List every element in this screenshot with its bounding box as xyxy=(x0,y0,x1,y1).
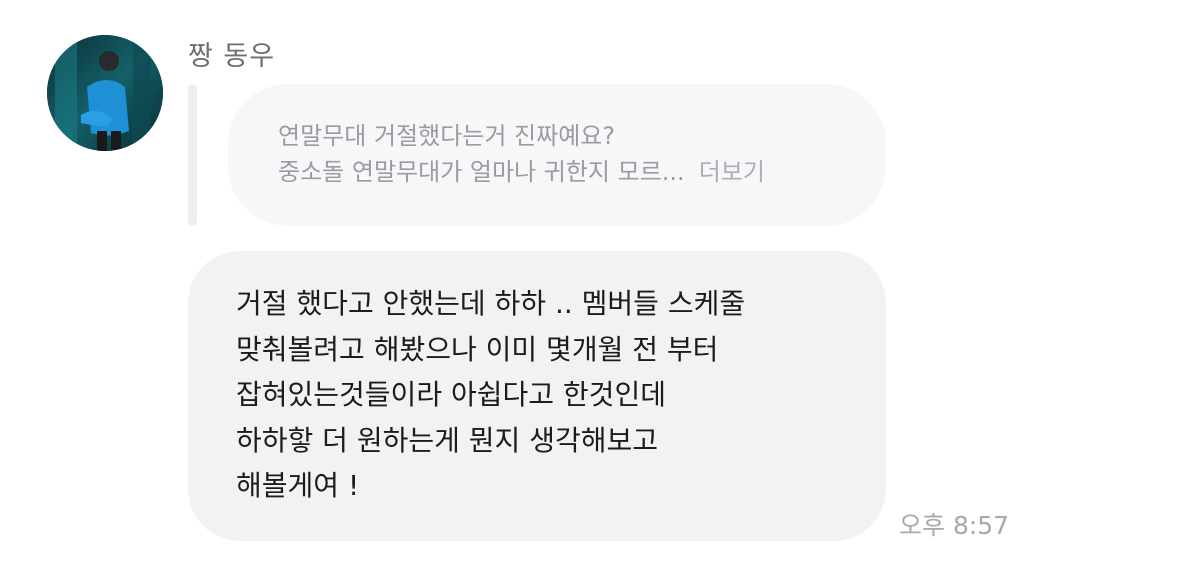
sender-name: 짱 동우 xyxy=(188,41,276,72)
message-text-line: 잡혀있는것들이라 아쉽다고 한것인데 xyxy=(236,378,666,411)
message-text-line: 해볼게여 ! xyxy=(236,469,360,502)
message-text-line: 거절 했다고 안했는데 하하 .. 멤버들 스케줄 xyxy=(236,287,746,320)
message-bubble[interactable]: 거절 했다고 안했는데 하하 .. 멤버들 스케줄 맞춰볼려고 해봤으나 이미 … xyxy=(188,251,886,541)
quoted-message-bubble[interactable]: 연말무대 거절했다는거 진짜예요? 중소돌 연말무대가 얼마나 귀한지 모르..… xyxy=(228,84,886,226)
sender-avatar[interactable] xyxy=(47,35,163,151)
message-text-line: 맞춰볼려고 해봤으나 이미 몇개월 전 부터 xyxy=(236,332,719,366)
see-more-link[interactable]: 더보기 xyxy=(699,158,765,186)
quoted-text-line-2: 중소돌 연말무대가 얼마나 귀한지 모르... 더보기 xyxy=(278,154,886,190)
reply-indicator-bar xyxy=(188,84,197,226)
message-timestamp: 오후 8:57 xyxy=(899,511,1010,540)
quoted-text-line-1: 연말무대 거절했다는거 진짜예요? xyxy=(278,122,616,150)
message-text-line: 하하핳 더 원하는게 뭔지 생각해보고 xyxy=(236,423,659,457)
avatar-photo xyxy=(47,35,163,151)
quoted-text-line-2-content: 중소돌 연말무대가 얼마나 귀한지 모르... xyxy=(278,158,685,186)
